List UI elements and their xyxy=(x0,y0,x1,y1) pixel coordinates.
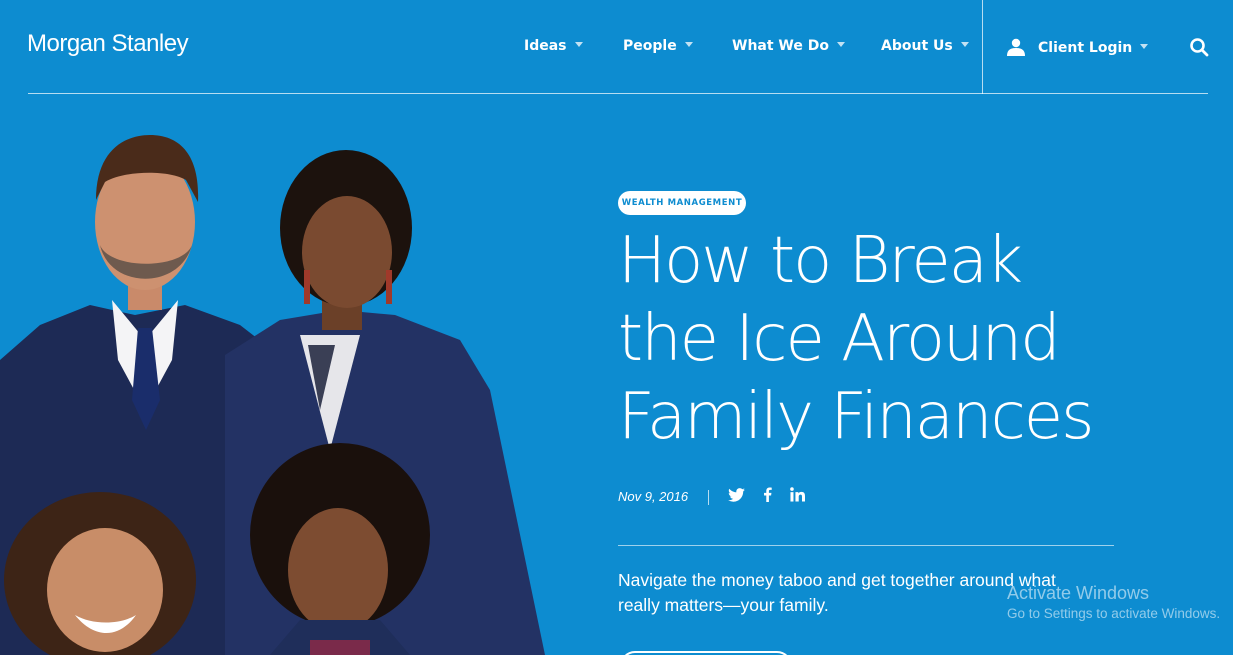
nav-item-label: What We Do xyxy=(732,38,829,54)
nav-item-what-we-do[interactable]: What We Do xyxy=(732,38,845,54)
publish-date: Nov 9, 2016 xyxy=(618,489,689,504)
article-headline: How to Break the Ice Around Family Finan… xyxy=(618,222,1178,456)
client-login-button[interactable]: Client Login xyxy=(1038,40,1149,56)
nav-item-people[interactable]: People xyxy=(623,38,693,54)
facebook-icon[interactable] xyxy=(763,487,772,502)
chevron-down-icon xyxy=(960,42,969,47)
headline-line: How to Break xyxy=(618,224,1023,298)
header-horizontal-divider xyxy=(28,93,1208,94)
article-meta: Nov 9, 2016 xyxy=(618,484,918,508)
family-hero-photo xyxy=(0,135,545,655)
nav-item-about-us[interactable]: About Us xyxy=(881,38,969,54)
watermark-title: Activate Windows xyxy=(1007,583,1150,603)
chevron-down-icon xyxy=(1140,44,1149,49)
watermark-subtitle: Go to Settings to activate Windows. xyxy=(1007,606,1221,621)
category-badge[interactable]: WEALTH MANAGEMENT xyxy=(618,191,746,215)
chevron-down-icon xyxy=(574,42,583,47)
user-icon[interactable] xyxy=(1006,38,1026,56)
client-login-label: Client Login xyxy=(1038,40,1133,56)
windows-activation-watermark: Activate Windows Go to Settings to activ… xyxy=(1007,583,1220,621)
main-nav: Ideas People What We Do About Us Client … xyxy=(0,38,1233,58)
headline-line: the Ice Around xyxy=(618,302,1061,376)
meta-divider xyxy=(708,490,709,505)
twitter-icon[interactable] xyxy=(728,488,745,502)
nav-item-ideas[interactable]: Ideas xyxy=(524,38,583,54)
headline-line: Family Finances xyxy=(618,380,1094,454)
chevron-down-icon xyxy=(836,42,845,47)
nav-item-label: Ideas xyxy=(524,38,567,54)
site-header: Morgan Stanley Ideas People What We Do A… xyxy=(0,0,1233,94)
nav-item-label: About Us xyxy=(881,38,953,54)
content-divider xyxy=(618,545,1114,546)
search-icon[interactable] xyxy=(1189,37,1209,57)
nav-item-label: People xyxy=(623,38,677,54)
linkedin-icon[interactable] xyxy=(790,487,805,502)
chevron-down-icon xyxy=(684,42,693,47)
read-more-button[interactable] xyxy=(620,651,792,655)
header-vertical-divider xyxy=(982,0,983,94)
